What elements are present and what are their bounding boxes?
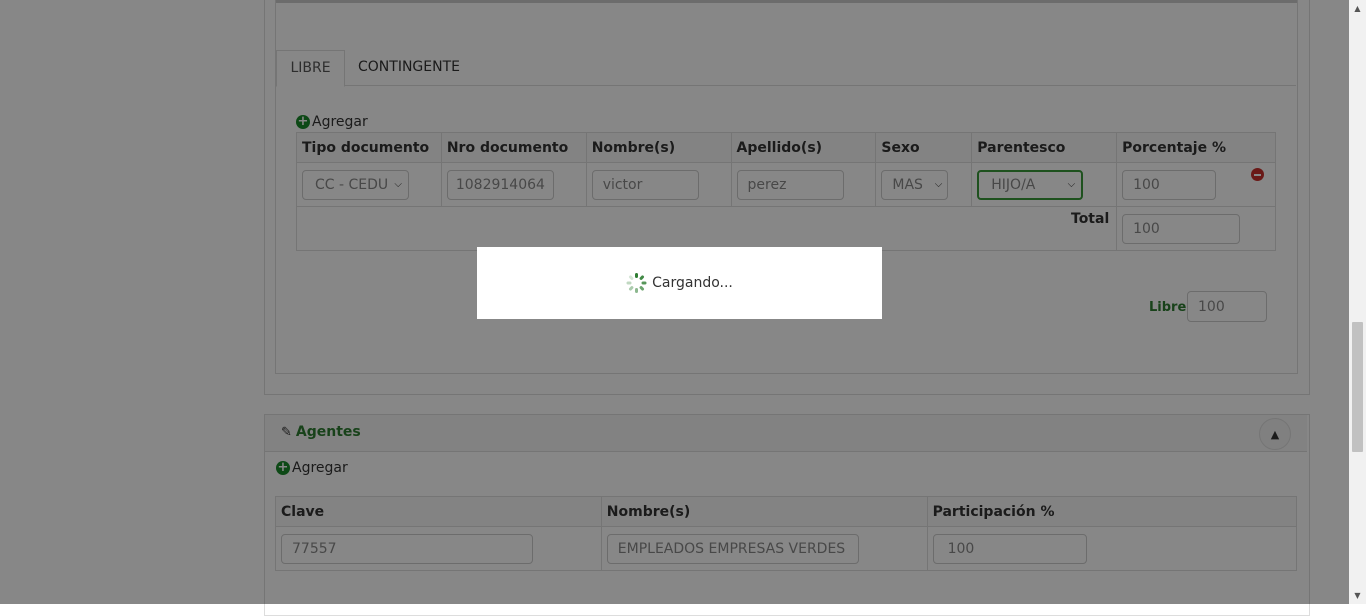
loading-spinner-icon <box>626 273 647 293</box>
scroll-up-arrow-icon[interactable]: ▲ <box>1349 0 1366 17</box>
scrollbar-thumb[interactable] <box>1352 322 1363 452</box>
scroll-down-arrow-icon[interactable]: ▼ <box>1349 587 1366 604</box>
loading-dialog: Cargando... <box>477 247 882 319</box>
vertical-scrollbar[interactable]: ▲ ▼ <box>1349 0 1366 604</box>
loading-text: Cargando... <box>652 275 733 291</box>
